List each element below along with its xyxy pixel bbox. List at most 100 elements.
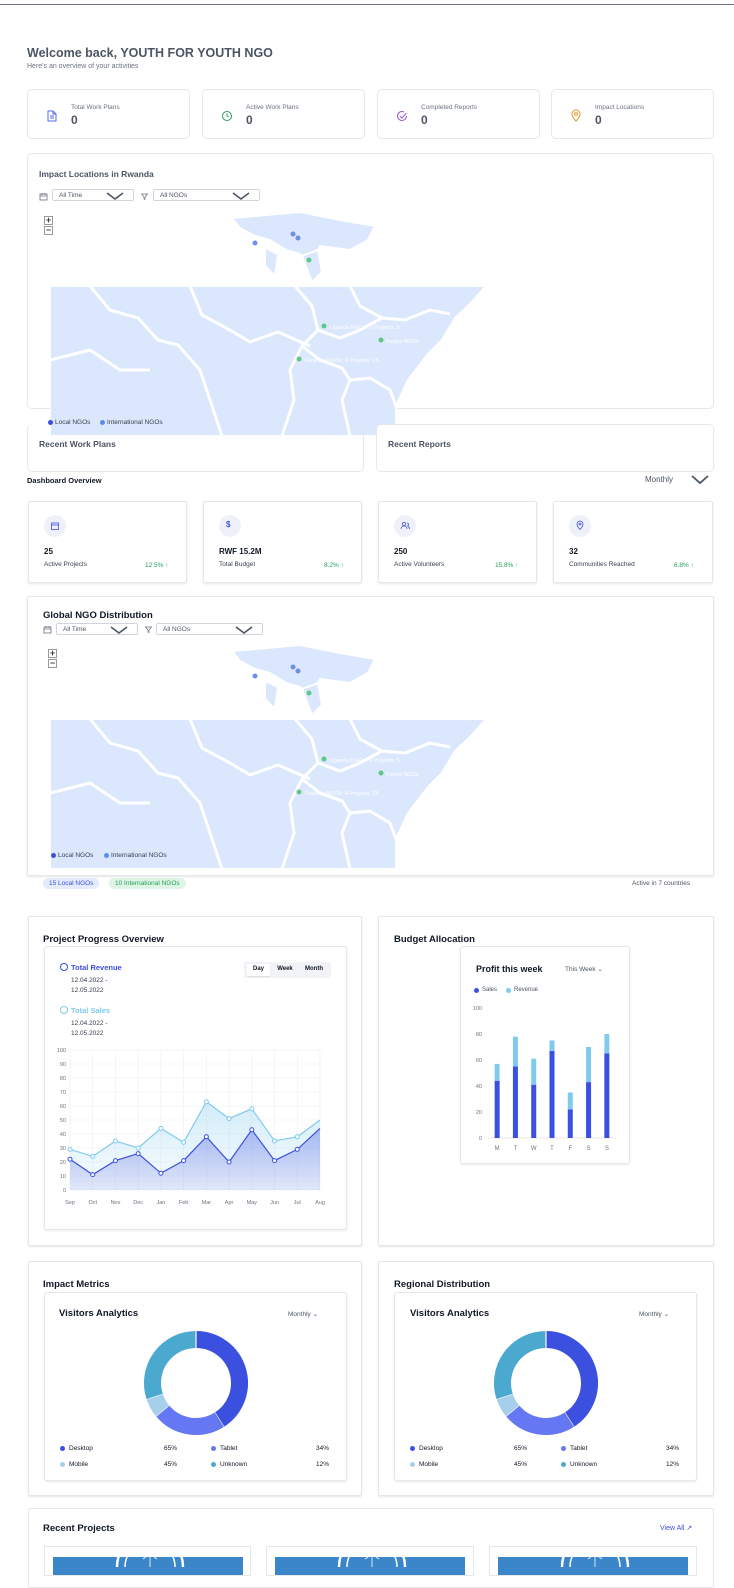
bar-sales (512, 1066, 518, 1138)
donut-slice-tablet (505, 1404, 574, 1435)
global-map[interactable]: Uganda NGOs: 3 Projects: 5 Kenya NGOs: R… (50, 643, 490, 869)
series-point (203, 1134, 209, 1140)
page-title: Welcome back, YOUTH FOR YOUTH NGO (27, 46, 273, 60)
revenue-series-marker (60, 963, 68, 971)
map-mini-world (230, 643, 377, 717)
map-marker[interactable] (378, 770, 384, 776)
stat-value: 0 (421, 113, 428, 127)
series-point (90, 1153, 96, 1159)
donut-legend-regional: Desktop 65% Tablet 34% Mobile 45% Unknow… (410, 1445, 682, 1476)
period-value: Monthly (645, 475, 674, 484)
y-tick-label: 100 (473, 1006, 482, 1012)
series-point (112, 1138, 118, 1144)
time-filter-select[interactable]: All Time (52, 189, 134, 201)
map-marker[interactable] (321, 756, 327, 762)
impact-map-title: Impact Locations in Rwanda (39, 169, 154, 179)
legend-mobile-value: 45% (164, 1461, 178, 1468)
y-tick-label: 70 (60, 1090, 66, 1096)
impact-map[interactable]: Uganda NGOs: 3 Projects: 5 Kenya NGOs: R… (50, 210, 490, 436)
series-point (90, 1172, 96, 1178)
map-marker[interactable] (295, 668, 301, 674)
series-point (67, 1146, 73, 1152)
arrow-up-icon: ↑ (340, 562, 344, 569)
legend-desktop-value: 65% (164, 1445, 178, 1452)
map-marker[interactable] (321, 323, 327, 329)
chevron-down-icon (235, 626, 253, 634)
filter-icon (141, 193, 148, 200)
kpi-card-active-projects: 25 Active Projects 12.5% ↑ (28, 501, 187, 583)
x-tick-label: Jul (294, 1200, 301, 1206)
series-point (203, 1099, 209, 1105)
sales-series-marker (60, 1006, 68, 1014)
ngo-filter-select[interactable]: All NGOs (153, 189, 260, 201)
map-marker[interactable] (296, 356, 302, 362)
map-marker[interactable] (295, 235, 301, 241)
view-all-link[interactable]: View All ↗ (660, 1524, 692, 1532)
kpi-label: Communities Reached (569, 561, 635, 568)
global-ngo-filter-select[interactable]: All NGOs (156, 623, 263, 635)
bar-sales (531, 1084, 537, 1138)
stat-label: Impact Locations (595, 104, 645, 111)
map-marker[interactable] (290, 231, 296, 237)
chevron-down-icon[interactable] (690, 474, 710, 485)
chevron-down-icon: ⌄ (312, 1311, 319, 1318)
chevron-down-icon (110, 626, 128, 634)
regional-period-select[interactable]: Monthly ⌄ (639, 1310, 669, 1318)
donut-slice-unknown (144, 1331, 197, 1400)
y-tick-label: 10 (60, 1174, 66, 1180)
donut-slice-unknown (494, 1331, 547, 1400)
kpi-change: 8.2% ↑ (324, 562, 344, 569)
impact-metrics-title: Impact Metrics (43, 1279, 110, 1290)
map-marker[interactable] (252, 240, 258, 246)
map-marker[interactable] (306, 690, 312, 696)
clock-icon (222, 111, 232, 121)
visitors-analytics-title: Visitors Analytics (410, 1308, 490, 1319)
recent-work-plans-title: Recent Work Plans (39, 439, 116, 449)
calendar-icon (51, 522, 59, 530)
legend-local-dot (51, 853, 56, 858)
kpi-value: 250 (394, 547, 408, 556)
x-tick-label: Apr (225, 1200, 234, 1206)
project-logo-icon (115, 1547, 185, 1567)
legend-unknown-label: Unknown (220, 1461, 248, 1468)
tab-week[interactable]: Week (272, 966, 298, 972)
tab-month[interactable]: Month (300, 966, 328, 972)
legend-international-dot (104, 853, 109, 858)
legend-mobile-dot (60, 1462, 65, 1467)
week-select[interactable]: This Week ⌄ (565, 965, 603, 973)
tab-day[interactable]: Day (247, 966, 270, 972)
global-time-filter-select[interactable]: All Time (56, 623, 138, 635)
map-pin-icon (576, 520, 584, 530)
stat-value: 0 (595, 113, 602, 127)
kpi-change: 15.8% ↑ (495, 562, 519, 569)
map-marker[interactable] (378, 337, 384, 343)
x-tick-label: S (587, 1146, 591, 1152)
x-tick-label: Aug (315, 1200, 325, 1206)
x-tick-label: W (531, 1146, 537, 1152)
map-marker[interactable] (252, 673, 258, 679)
series-point (249, 1106, 255, 1112)
donut-legend-impact: Desktop 65% Tablet 34% Mobile 45% Unknow… (60, 1445, 332, 1476)
impact-period-select[interactable]: Monthly ⌄ (288, 1310, 318, 1318)
visitors-analytics-title: Visitors Analytics (59, 1308, 139, 1319)
bar-revenue (512, 1036, 518, 1067)
kpi-change-value: 15.8% (495, 562, 514, 569)
y-tick-label: 60 (476, 1058, 482, 1064)
local-ngos-chip: 15 Local NGOs (43, 878, 100, 889)
x-tick-label: S (605, 1146, 609, 1152)
map-marker[interactable] (290, 664, 296, 670)
donut-slice-desktop (545, 1331, 598, 1427)
legend-tablet-label: Tablet (570, 1445, 588, 1452)
period-select[interactable]: Monthly (645, 475, 673, 484)
time-filter-value: All Time (63, 626, 87, 633)
map-label-kenya: Kenya NGOs: (386, 339, 420, 345)
chevron-down-icon (232, 192, 250, 200)
series-point (67, 1156, 73, 1162)
legend-revenue-label: Revenue (514, 987, 539, 993)
map-marker[interactable] (306, 257, 312, 263)
x-tick-label: Jan (156, 1200, 165, 1206)
map-marker[interactable] (296, 789, 302, 795)
kpi-card-active-volunteers: 250 Active Volunteers 15.8% ↑ (378, 501, 537, 583)
bar-revenue (494, 1063, 500, 1081)
series-point (294, 1134, 300, 1140)
